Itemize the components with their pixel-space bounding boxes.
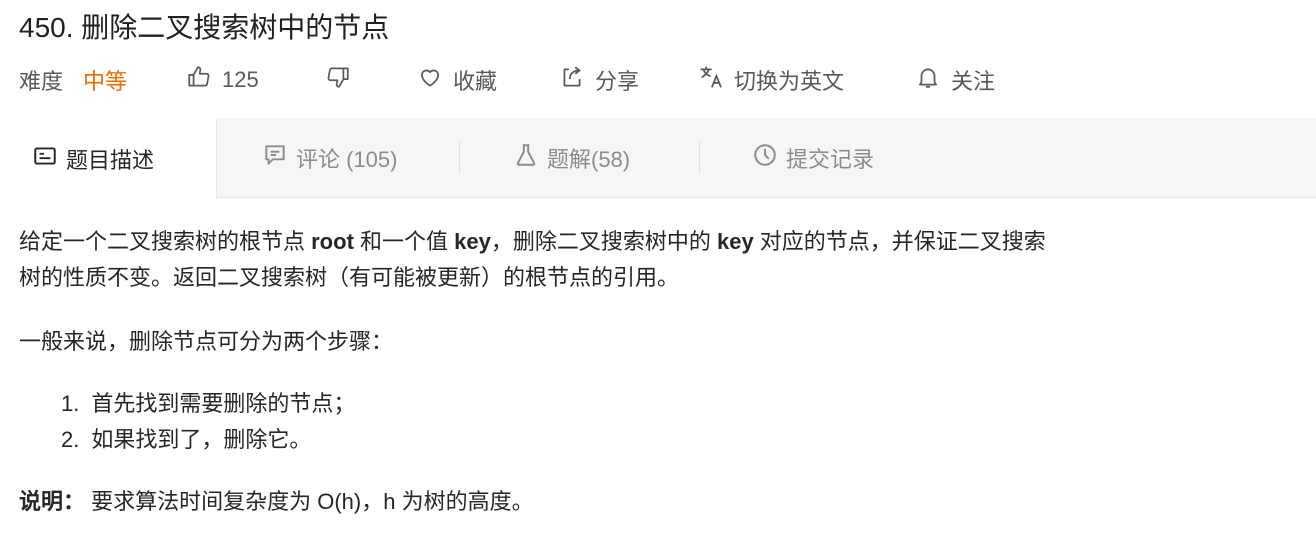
tab-solutions[interactable]: 题解(58): [513, 118, 630, 198]
description-icon: [32, 143, 58, 175]
note-text: 要求算法时间复杂度为 O(h)，h 为树的高度。: [85, 489, 534, 514]
complexity-note: 说明： 要求算法时间复杂度为 O(h)，h 为树的高度。: [19, 484, 534, 520]
code-key: key: [716, 229, 754, 254]
bell-icon: [915, 64, 941, 96]
favorite-label: 收藏: [453, 69, 498, 94]
like-button[interactable]: 125: [186, 62, 259, 98]
problem-title: 450. 删除二叉搜索树中的节点: [19, 12, 390, 43]
dislike-button[interactable]: [325, 62, 351, 98]
translate-label: 切换为英文: [734, 69, 845, 94]
list-item-number: 2.: [61, 427, 80, 452]
thumbs-up-icon: [186, 64, 212, 96]
heart-icon: [417, 64, 443, 96]
favorite-button[interactable]: 收藏: [417, 62, 497, 98]
share-label: 分享: [595, 69, 640, 94]
list-item-text: 如果找到了，删除它。: [91, 427, 312, 452]
tab-comments-label: 评论 (105): [296, 147, 398, 172]
description-paragraph: 给定一个二叉搜索树的根节点 root 和一个值 key，删除二叉搜索树中的 ke…: [19, 224, 1299, 296]
steps-intro: 一般来说，删除节点可分为两个步骤：: [19, 329, 394, 354]
clock-icon: [752, 142, 778, 174]
tab-divider: [699, 142, 700, 174]
follow-label: 关注: [951, 69, 996, 94]
steps-list: 1. 首先找到需要删除的节点； 2. 如果找到了，删除它。: [61, 386, 355, 458]
share-icon: [559, 64, 585, 96]
translate-icon: [698, 64, 724, 96]
thumbs-down-icon: [325, 64, 351, 96]
tab-comments[interactable]: 评论 (105): [262, 118, 397, 198]
tab-solutions-label: 题解(58): [547, 147, 631, 172]
tab-description-label: 题目描述: [66, 147, 155, 173]
code-root: root: [311, 229, 354, 254]
list-item-number: 1.: [61, 391, 80, 416]
tab-divider: [459, 142, 460, 174]
note-label: 说明：: [19, 489, 86, 514]
description-text: 给定一个二叉搜索树的根节点: [19, 229, 312, 254]
description-text: 和一个值: [353, 229, 455, 254]
list-item-text: 首先找到需要删除的节点；: [91, 391, 356, 416]
list-item: 2. 如果找到了，删除它。: [61, 422, 355, 458]
description-text: ，删除二叉搜索树中的: [490, 229, 717, 254]
follow-button[interactable]: 关注: [915, 62, 995, 98]
problem-description: 给定一个二叉搜索树的根节点 root 和一个值 key，删除二叉搜索树中的 ke…: [19, 224, 1299, 514]
flask-icon: [513, 142, 539, 174]
difficulty-badge: 中等: [83, 69, 128, 94]
list-item: 1. 首先找到需要删除的节点；: [61, 386, 355, 422]
like-count: 125: [222, 67, 259, 92]
description-text: 树的性质不变。返回二叉搜索树（有可能被更新）的根节点的引用。: [19, 265, 680, 290]
share-button[interactable]: 分享: [559, 62, 639, 98]
description-text: 对应的节点，并保证二叉搜索: [753, 229, 1046, 254]
problem-meta-bar: 难度 中等 125 收藏 分享 切换为英文 关注: [19, 62, 995, 98]
tab-submissions[interactable]: 提交记录: [752, 118, 874, 198]
difficulty-label: 难度: [19, 69, 64, 94]
problem-tabs: 题目描述 评论 (105) 题解(58) 提交记录: [0, 118, 1316, 199]
translate-button[interactable]: 切换为英文: [698, 62, 844, 98]
comment-icon: [262, 142, 288, 174]
tab-description[interactable]: 题目描述: [0, 118, 217, 199]
tab-submissions-label: 提交记录: [786, 147, 875, 172]
code-key: key: [454, 229, 491, 254]
